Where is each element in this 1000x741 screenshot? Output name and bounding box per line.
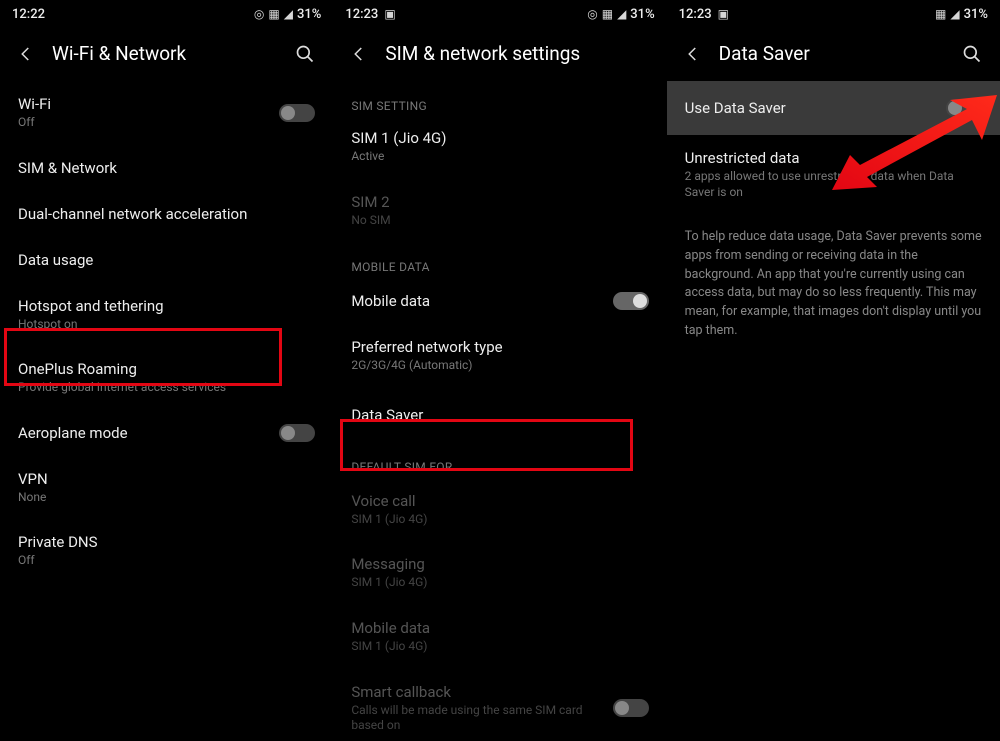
row-title: Mobile data xyxy=(351,292,602,310)
screenshot-icon: ▣ xyxy=(384,7,395,21)
row-title: SIM & Network xyxy=(18,159,315,177)
row-dual-channel[interactable]: Dual-channel network acceleration xyxy=(0,191,333,237)
row-title: Data Saver xyxy=(351,406,648,424)
row-mobile-data-default: Mobile data SIM 1 (Jio 4G) xyxy=(333,605,666,669)
row-hotspot[interactable]: Hotspot and tethering Hotspot on xyxy=(0,283,333,347)
row-unrestricted[interactable]: Unrestricted data 2 apps allowed to use … xyxy=(667,135,1000,214)
screen-wifi-network: 12:22 ◎ ▦ ◢ 31% Wi-Fi & Network Wi-Fi Of… xyxy=(0,0,333,741)
search-icon[interactable] xyxy=(960,44,984,64)
smart-callback-toggle xyxy=(613,699,649,717)
row-sim-network[interactable]: SIM & Network xyxy=(0,145,333,191)
aeroplane-toggle[interactable] xyxy=(279,424,315,442)
back-icon[interactable] xyxy=(16,45,36,63)
row-sim1[interactable]: SIM 1 (Jio 4G) Active xyxy=(333,123,666,179)
screenshot-icon: ▣ xyxy=(718,7,729,21)
signal-icon: ◢ xyxy=(284,7,293,21)
section-default-sim: DEFAULT SIM FOR xyxy=(333,442,666,484)
row-voice-call: Voice call SIM 1 (Jio 4G) xyxy=(333,484,666,542)
row-sub: 2G/3G/4G (Automatic) xyxy=(351,358,648,374)
row-data-usage[interactable]: Data usage xyxy=(0,237,333,283)
volte-icon: ▦ xyxy=(602,7,613,21)
row-title: Messaging xyxy=(351,555,648,573)
status-bar: 12:22 ◎ ▦ ◢ 31% xyxy=(0,0,333,28)
status-battery: 31% xyxy=(964,7,988,22)
header: Wi-Fi & Network xyxy=(0,28,333,81)
row-preferred-network[interactable]: Preferred network type 2G/3G/4G (Automat… xyxy=(333,324,666,388)
row-sub: Off xyxy=(18,115,269,131)
hotspot-icon: ◎ xyxy=(254,7,264,21)
status-time: 12:23 xyxy=(679,7,712,22)
status-battery: 31% xyxy=(630,7,654,22)
row-sub: Hotspot on xyxy=(18,317,315,333)
header: Data Saver xyxy=(667,28,1000,81)
volte-icon: ▦ xyxy=(935,7,946,21)
back-icon[interactable] xyxy=(349,45,369,63)
page-title: Data Saver xyxy=(719,42,944,65)
section-sim-setting: SIM SETTING xyxy=(333,81,666,123)
row-sub: None xyxy=(18,490,315,506)
row-title: Hotspot and tethering xyxy=(18,297,315,315)
row-title: Use Data Saver xyxy=(685,99,786,117)
header: SIM & network settings xyxy=(333,28,666,81)
row-title: SIM 1 (Jio 4G) xyxy=(351,129,648,147)
status-bar: 12:23 ▣ ▦ ◢ 31% xyxy=(667,0,1000,28)
row-title: SIM 2 xyxy=(351,193,648,211)
row-sub: Off xyxy=(18,553,315,569)
row-title: Wi-Fi xyxy=(18,95,269,113)
row-mobile-data[interactable]: Mobile data xyxy=(333,284,666,324)
status-time: 12:22 xyxy=(12,7,45,22)
row-title: Private DNS xyxy=(18,533,315,551)
row-title: Dual-channel network acceleration xyxy=(18,205,315,223)
row-sub: No SIM xyxy=(351,213,648,229)
row-title: Preferred network type xyxy=(351,338,648,356)
row-sub: SIM 1 (Jio 4G) xyxy=(351,639,648,655)
row-oneplus-roaming[interactable]: OnePlus Roaming Provide global Internet … xyxy=(0,346,333,410)
row-use-data-saver[interactable]: Use Data Saver xyxy=(667,81,1000,135)
row-smart-callback: Smart callback Calls will be made using … xyxy=(333,669,666,741)
row-sub: SIM 1 (Jio 4G) xyxy=(351,575,648,591)
row-aeroplane[interactable]: Aeroplane mode xyxy=(0,410,333,456)
row-title: Voice call xyxy=(351,492,648,510)
section-mobile-data: MOBILE DATA xyxy=(333,242,666,284)
mobile-data-toggle[interactable] xyxy=(613,292,649,310)
status-time: 12:23 xyxy=(345,7,378,22)
data-saver-toggle[interactable] xyxy=(946,99,982,117)
row-title: OnePlus Roaming xyxy=(18,360,315,378)
status-bar: 12:23 ▣ ◎ ▦ ◢ 31% xyxy=(333,0,666,28)
row-private-dns[interactable]: Private DNS Off xyxy=(0,519,333,583)
status-battery: 31% xyxy=(297,7,321,22)
row-sub: SIM 1 (Jio 4G) xyxy=(351,512,648,528)
row-title: Mobile data xyxy=(351,619,648,637)
row-title: Smart callback xyxy=(351,683,602,701)
row-sub: Active xyxy=(351,149,648,165)
back-icon[interactable] xyxy=(683,45,703,63)
row-sub: Calls will be made using the same SIM ca… xyxy=(351,703,602,734)
row-sub: 2 apps allowed to use unrestricted data … xyxy=(685,169,982,200)
row-messaging: Messaging SIM 1 (Jio 4G) xyxy=(333,541,666,605)
row-title: Aeroplane mode xyxy=(18,424,269,442)
page-title: SIM & network settings xyxy=(385,42,650,65)
search-icon[interactable] xyxy=(293,44,317,64)
row-wifi[interactable]: Wi-Fi Off xyxy=(0,81,333,145)
row-title: Data usage xyxy=(18,251,315,269)
wifi-toggle[interactable] xyxy=(279,104,315,122)
volte-icon: ▦ xyxy=(268,7,279,21)
hotspot-icon: ◎ xyxy=(587,7,597,21)
signal-icon: ◢ xyxy=(950,7,959,21)
signal-icon: ◢ xyxy=(617,7,626,21)
page-title: Wi-Fi & Network xyxy=(52,42,277,65)
row-title: VPN xyxy=(18,470,315,488)
row-sim2: SIM 2 No SIM xyxy=(333,179,666,243)
screen-sim-settings: 12:23 ▣ ◎ ▦ ◢ 31% SIM & network settings… xyxy=(333,0,666,741)
row-sub: Provide global Internet access services xyxy=(18,380,315,396)
row-vpn[interactable]: VPN None xyxy=(0,456,333,520)
data-saver-description: To help reduce data usage, Data Saver pr… xyxy=(667,214,1000,355)
screen-data-saver: 12:23 ▣ ▦ ◢ 31% Data Saver Use Data Save… xyxy=(667,0,1000,741)
row-data-saver[interactable]: Data Saver xyxy=(333,388,666,442)
row-title: Unrestricted data xyxy=(685,149,982,167)
